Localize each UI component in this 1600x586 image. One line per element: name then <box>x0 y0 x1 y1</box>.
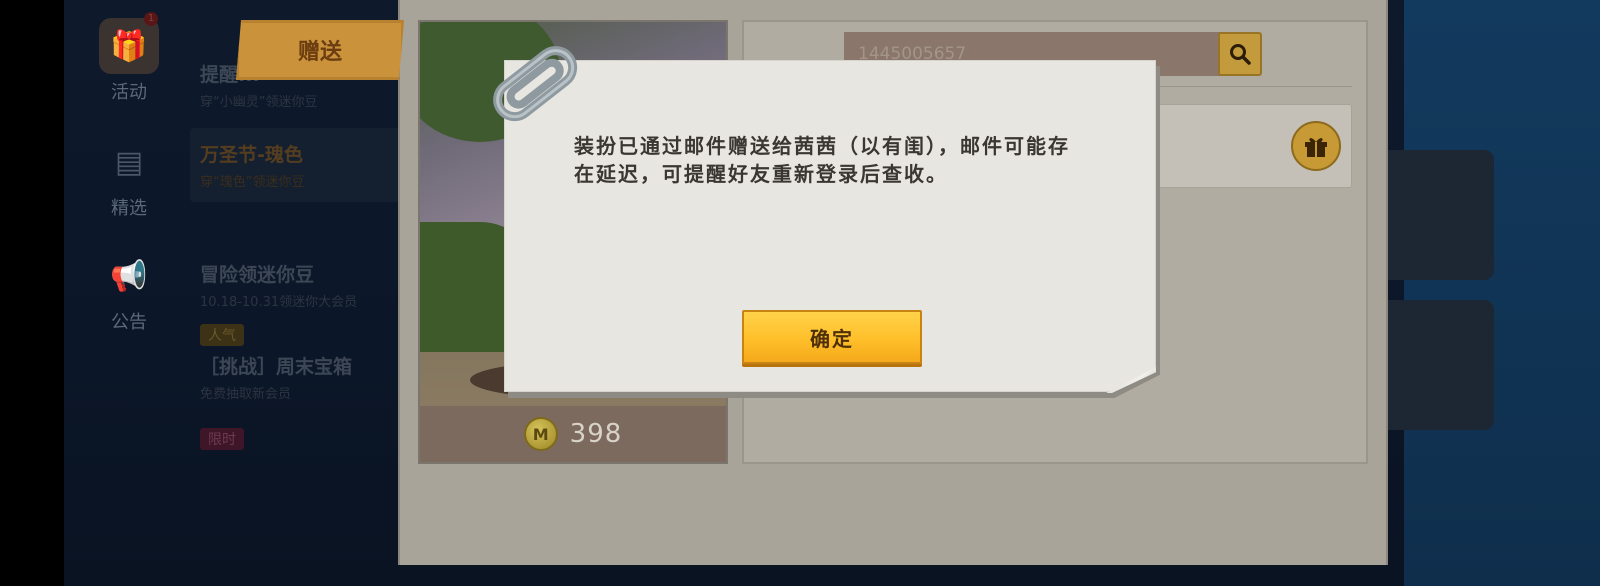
event-title: 万圣节-瑰色 <box>200 144 303 166</box>
event-entry[interactable]: 冒险领迷你豆 10.18-10.31领迷你大会员 <box>200 260 357 310</box>
event-subtitle: 免费抽取新会员 <box>200 387 292 402</box>
confirm-button[interactable]: 确定 <box>742 310 922 364</box>
event-subtitle: 穿“小幽灵”领迷你豆 <box>200 95 318 110</box>
gift-icon: 🎁 <box>99 18 159 74</box>
left-navigation: 🎁 活动 1 ▤ 精选 📢 公告 <box>64 0 184 586</box>
notification-badge: 1 <box>144 12 158 26</box>
event-title: 冒险领迷你豆 <box>200 264 315 286</box>
paperclip-icon <box>493 46 578 122</box>
event-entry[interactable]: 人气 ［挑战］周末宝箱 免费抽取新会员 <box>200 324 352 402</box>
hot-tag: 人气 <box>200 324 244 346</box>
gift-icon <box>1305 138 1327 157</box>
megaphone-icon: 📢 <box>110 258 148 294</box>
nav-item-featured[interactable]: ▤ 精选 <box>94 134 164 220</box>
nav-item-activity[interactable]: 🎁 活动 1 <box>94 12 164 104</box>
search-button[interactable] <box>1218 32 1262 76</box>
event-entry-active[interactable]: 万圣节-瑰色 穿“瑰色”领迷你豆 <box>190 128 400 202</box>
background-scene <box>1404 0 1600 586</box>
nav-label-announcement: 公告 <box>111 312 147 333</box>
price-bar: M 398 <box>420 406 726 462</box>
item-price: 398 <box>569 419 623 449</box>
event-subtitle: 穿“瑰色”领迷你豆 <box>200 175 305 190</box>
limited-tag: 限时 <box>200 428 244 450</box>
dialog-message: 装扮已通过邮件赠送给茜茜（以有闺），邮件可能存在延迟，可提醒好友重新登录后查收。 <box>574 134 1070 186</box>
event-subtitle: 10.18-10.31领迷你大会员 <box>200 295 358 310</box>
tab-gift[interactable]: 赠送 <box>236 20 404 80</box>
send-gift-button[interactable] <box>1291 121 1341 171</box>
confirmation-dialog: 装扮已通过邮件赠送给茜茜（以有闺），邮件可能存在延迟，可提醒好友重新登录后查收。… <box>493 46 1160 398</box>
nav-label-featured: 精选 <box>111 198 147 219</box>
event-title: ［挑战］周末宝箱 <box>200 356 353 378</box>
coin-icon: M <box>523 417 558 451</box>
document-icon: ▤ <box>114 144 144 180</box>
event-entry[interactable]: 限时 <box>200 428 244 450</box>
search-icon <box>1230 44 1251 65</box>
nav-item-announcement[interactable]: 📢 公告 <box>94 248 164 334</box>
nav-label-activity: 活动 <box>111 82 147 103</box>
